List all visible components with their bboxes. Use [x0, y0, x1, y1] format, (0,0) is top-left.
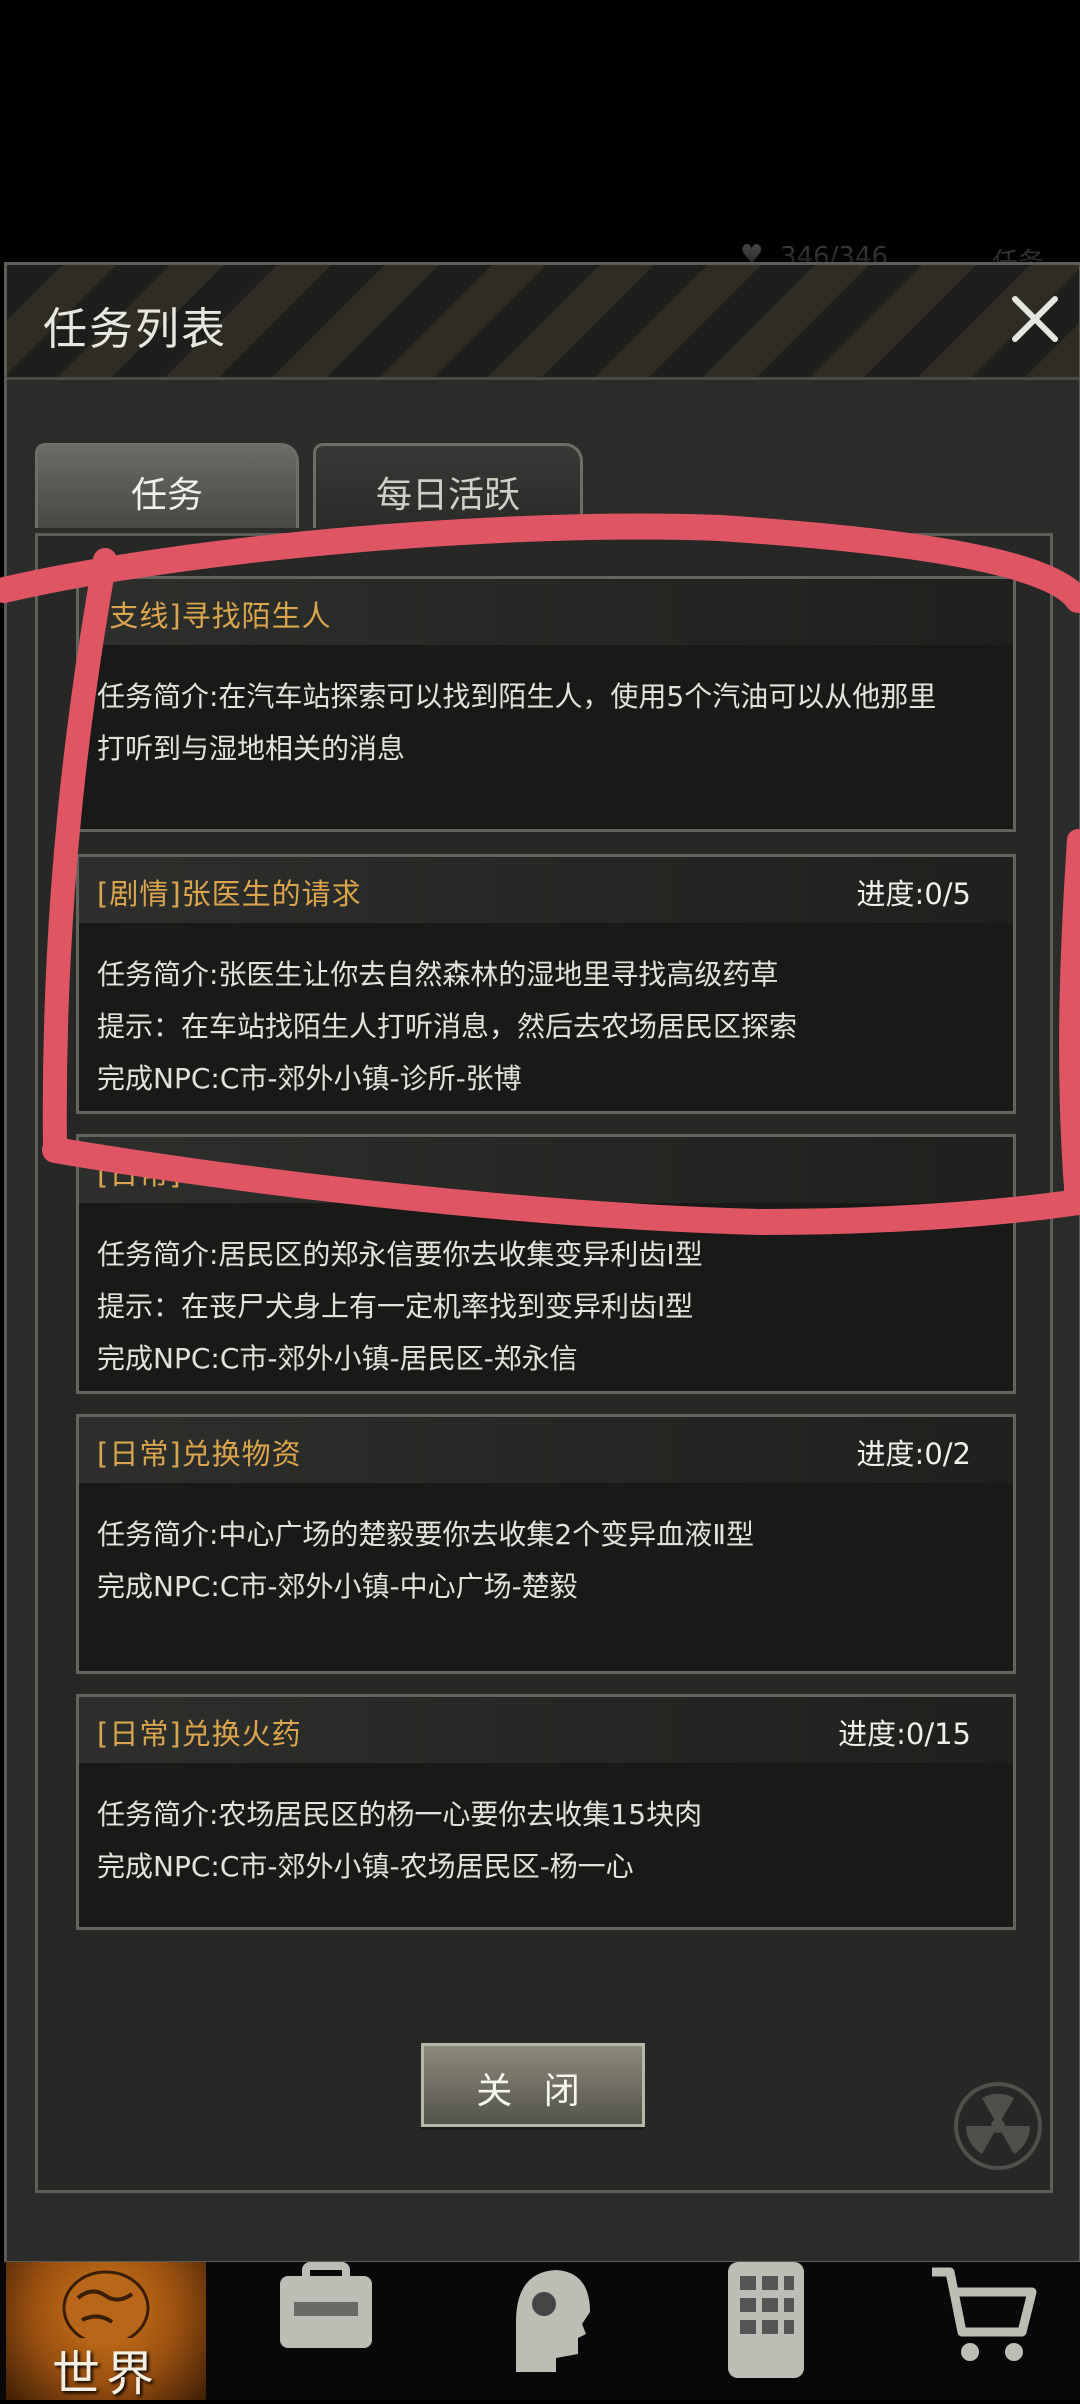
globe-icon [62, 2270, 150, 2338]
tab-label: 任务 [130, 475, 203, 516]
close-button[interactable]: 关 闭 [421, 2043, 645, 2127]
radiation-icon [952, 2080, 1044, 2172]
quest-description: 任务简介:张医生让你去自然森林的湿地里寻找高级药草 [97, 958, 779, 991]
quest-description: 任务简介:农场居民区的杨一心要你去收集15块肉 [97, 1798, 703, 1831]
tab-daily-activity[interactable]: 每日活跃 [313, 443, 583, 528]
quest-card[interactable]: [日常] 任务简介:居民区的郑永信要你去收集变异利齿Ⅰ型 提示：在丧尸犬身上有一… [76, 1134, 1016, 1394]
bottom-nav: 世界 [0, 2262, 1080, 2402]
backpack-icon[interactable] [266, 2262, 386, 2382]
quest-title: [日常] [97, 1157, 182, 1191]
quest-description: 打听到与湿地相关的消息 [97, 732, 406, 765]
tab-label: 每日活跃 [375, 475, 520, 516]
quest-npc: 完成NPC:C市-郊外小镇-农场居民区-杨一心 [97, 1850, 634, 1883]
dialog-header: 任务列表 [7, 265, 1079, 380]
phone-icon[interactable] [706, 2262, 826, 2382]
quest-list[interactable]: [支线]寻找陌生人 任务简介:在汽车站探索可以找到陌生人，使用5个汽油可以从他那… [35, 533, 1053, 2193]
quest-hint: 提示：在丧尸犬身上有一定机率找到变异利齿Ⅰ型 [97, 1290, 694, 1323]
quest-description: 任务简介:居民区的郑永信要你去收集变异利齿Ⅰ型 [97, 1238, 703, 1271]
quest-npc: 完成NPC:C市-郊外小镇-诊所-张博 [97, 1062, 522, 1095]
quest-npc: 完成NPC:C市-郊外小镇-居民区-郑永信 [97, 1342, 578, 1375]
quest-progress: 进度:0/5 [856, 877, 971, 911]
quest-card[interactable]: [日常]兑换火药 进度:0/15 任务简介:农场居民区的杨一心要你去收集15块肉… [76, 1694, 1016, 1930]
quest-card[interactable]: [剧情]张医生的请求 进度:0/5 任务简介:张医生让你去自然森林的湿地里寻找高… [76, 854, 1016, 1114]
quest-progress: 进度:0/15 [838, 1717, 971, 1751]
nav-world-label: 世界 [51, 2346, 160, 2402]
close-button-label: 关 闭 [476, 2071, 590, 2112]
quest-description: 任务简介:中心广场的楚毅要你去收集2个变异血液Ⅱ型 [97, 1518, 755, 1551]
quest-title: [日常]兑换物资 [97, 1437, 302, 1471]
quest-card[interactable]: [支线]寻找陌生人 任务简介:在汽车站探索可以找到陌生人，使用5个汽油可以从他那… [76, 576, 1016, 832]
quest-card[interactable]: [日常]兑换物资 进度:0/2 任务简介:中心广场的楚毅要你去收集2个变异血液Ⅱ… [76, 1414, 1016, 1674]
close-icon[interactable] [1003, 287, 1067, 351]
quest-description: 任务简介:在汽车站探索可以找到陌生人，使用5个汽油可以从他那里 [97, 680, 937, 713]
quest-hint: 提示：在车站找陌生人打听消息，然后去农场居民区探索 [97, 1010, 798, 1043]
quest-title: [剧情]张医生的请求 [97, 877, 362, 911]
nav-world-button[interactable]: 世界 [6, 2262, 206, 2402]
quest-title: [支线]寻找陌生人 [97, 599, 332, 633]
quest-title: [日常]兑换火药 [97, 1717, 302, 1751]
quest-list-dialog: 任务列表 任务 每日活跃 [支线]寻找陌生人 任务简介:在汽车站探索可以找到陌生… [4, 262, 1080, 2264]
cart-icon[interactable] [926, 2262, 1046, 2382]
quest-npc: 完成NPC:C市-郊外小镇-中心广场-楚毅 [97, 1570, 578, 1603]
tab-quests[interactable]: 任务 [35, 443, 299, 528]
dialog-title: 任务列表 [43, 304, 227, 355]
head-profile-icon[interactable] [486, 2262, 606, 2382]
quest-progress: 进度:0/2 [856, 1437, 971, 1471]
